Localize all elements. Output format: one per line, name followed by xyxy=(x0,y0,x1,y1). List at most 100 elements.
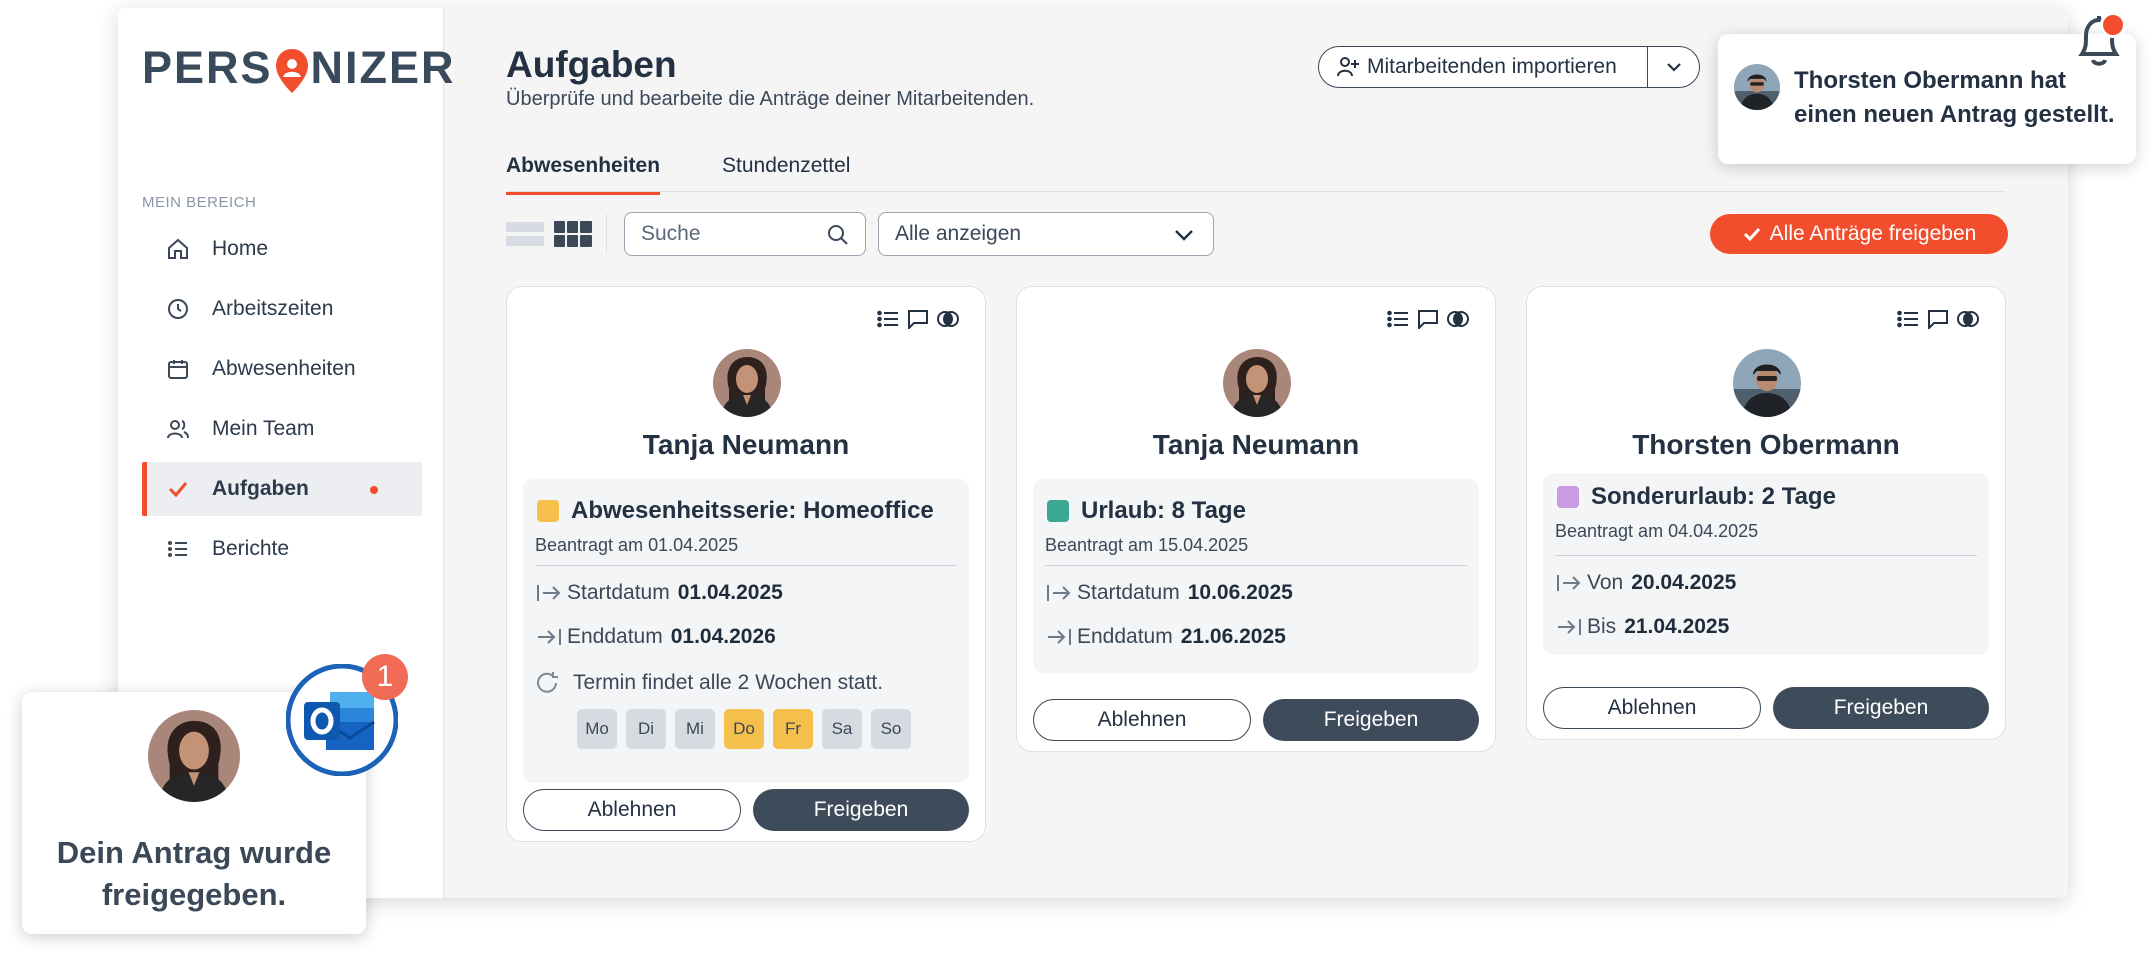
divider xyxy=(606,214,607,254)
details-list-icon[interactable] xyxy=(1897,309,1919,329)
request-title-text: Sonderurlaub: 2 Tage xyxy=(1591,483,1836,510)
request-title: Urlaub: 8 Tage xyxy=(1047,497,1246,525)
grid-view-icon[interactable] xyxy=(554,220,592,248)
approve-button[interactable]: Freigeben xyxy=(1263,699,1479,741)
import-employees-split-button: Mitarbeitenden importieren xyxy=(1318,46,1700,88)
weekday-mi: Mi xyxy=(675,709,715,749)
avatar-woman-image xyxy=(148,710,240,802)
card-buttons: Ablehnen Freigeben xyxy=(1543,687,1989,729)
request-title: Abwesenheitsserie: Homeoffice xyxy=(537,497,934,525)
weekday-sa: Sa xyxy=(822,709,862,749)
logo-text-right: NIZER xyxy=(310,42,456,93)
filter-value: Alle anzeigen xyxy=(895,222,1022,245)
card-buttons: Ablehnen Freigeben xyxy=(1033,699,1479,741)
avatar-woman-image xyxy=(713,349,781,417)
tab-stundenzettel[interactable]: Stundenzettel xyxy=(722,154,850,192)
request-card: Tanja Neumann Urlaub: 8 Tage Beantragt a… xyxy=(1016,286,1496,752)
weekday-selector: Mo Di Mi Do Fr Sa So xyxy=(577,709,911,749)
row-label: Startdatum xyxy=(567,581,670,604)
row-value: 20.04.2025 xyxy=(1631,571,1737,594)
approve-all-button[interactable]: Alle Anträge freigeben xyxy=(1710,214,2008,254)
list-view-icon[interactable] xyxy=(506,220,544,248)
approve-button[interactable]: Freigeben xyxy=(753,789,969,831)
row-value: 01.04.2025 xyxy=(677,581,783,604)
logo: PERS NIZER xyxy=(142,42,456,94)
overlap-icon[interactable] xyxy=(937,309,959,329)
sidebar-item-label: Arbeitszeiten xyxy=(212,297,334,320)
notification-dot xyxy=(370,486,378,494)
search-input[interactable]: Suche xyxy=(624,212,866,256)
page-title: Aufgaben xyxy=(506,44,677,85)
request-title: Sonderurlaub: 2 Tage xyxy=(1557,483,1836,511)
import-employees-label: Mitarbeitenden importieren xyxy=(1367,55,1617,78)
card-actions xyxy=(1897,309,1979,329)
team-icon xyxy=(167,420,189,439)
toolbar: Suche Alle anzeigen Alle Anträge freigeb… xyxy=(506,212,2008,258)
sidebar-item-label: Berichte xyxy=(212,537,290,560)
avatar-woman-image xyxy=(1223,349,1291,417)
avatar-man-cyclist-image xyxy=(1733,349,1801,417)
comment-icon[interactable] xyxy=(1927,309,1949,329)
end-arrow-icon xyxy=(1048,629,1071,645)
sidebar-nav: Home Arbeitszeiten Abwesenheiten Mein Te… xyxy=(142,222,422,582)
requested-date: Beantragt am 01.04.2025 xyxy=(535,535,739,555)
sidebar-item-label: Abwesenheiten xyxy=(212,357,356,380)
overlap-icon[interactable] xyxy=(1957,309,1979,329)
card-actions xyxy=(877,309,959,329)
reject-button[interactable]: Ablehnen xyxy=(523,789,741,831)
row-value: 01.04.2026 xyxy=(670,625,776,648)
details-list-icon[interactable] xyxy=(1387,309,1409,329)
employee-name: Tanja Neumann xyxy=(1152,429,1360,460)
avatar xyxy=(148,710,240,802)
sidebar-item-aufgaben[interactable]: Aufgaben xyxy=(142,462,422,516)
sidebar-item-label: Home xyxy=(212,237,269,260)
start-arrow-icon xyxy=(1047,585,1071,601)
reject-button[interactable]: Ablehnen xyxy=(1033,699,1251,741)
search-placeholder: Suche xyxy=(641,222,701,245)
reject-button[interactable]: Ablehnen xyxy=(1543,687,1761,729)
row-label: Enddatum xyxy=(1077,625,1173,648)
card-actions xyxy=(1387,309,1469,329)
page-subtitle: Überprüfe und bearbeite die Anträge dein… xyxy=(506,88,1035,110)
logo-text-left: PERS xyxy=(142,42,273,93)
request-type-color xyxy=(1557,486,1579,508)
add-user-icon xyxy=(1337,57,1359,77)
filter-select[interactable]: Alle anzeigen xyxy=(878,212,1214,256)
sidebar-item-home[interactable]: Home xyxy=(142,222,422,276)
sidebar-item-label: Mein Team xyxy=(212,417,315,440)
end-date-row: Enddatum 01.04.2026 xyxy=(535,625,776,649)
chevron-down-icon xyxy=(1175,230,1193,241)
row-label: Enddatum xyxy=(567,625,663,648)
row-value: 21.04.2025 xyxy=(1624,615,1730,638)
import-options-dropdown[interactable] xyxy=(1647,47,1699,87)
employee-name: Thorsten Obermann xyxy=(1632,429,1900,460)
comment-icon[interactable] xyxy=(1417,309,1439,329)
details-list-icon[interactable] xyxy=(877,309,899,329)
divider xyxy=(535,565,957,566)
request-details: Sonderurlaub: 2 Tage Beantragt am 04.04.… xyxy=(1543,473,1989,655)
comment-icon[interactable] xyxy=(907,309,929,329)
approve-button[interactable]: Freigeben xyxy=(1773,687,1989,729)
to-date-row: Bis 21.04.2025 xyxy=(1555,615,1729,639)
request-details: Urlaub: 8 Tage Beantragt am 15.04.2025 S… xyxy=(1033,479,1479,673)
avatar xyxy=(1733,349,1801,417)
row-value: 10.06.2025 xyxy=(1187,581,1293,604)
end-date-row: Enddatum 21.06.2025 xyxy=(1045,625,1286,649)
requested-date: Beantragt am 04.04.2025 xyxy=(1555,521,1759,541)
request-title-text: Abwesenheitsserie: Homeoffice xyxy=(571,497,934,524)
sidebar-item-arbeitszeiten[interactable]: Arbeitszeiten xyxy=(142,282,422,336)
weekday-di: Di xyxy=(626,709,666,749)
sidebar-item-abwesenheiten[interactable]: Abwesenheiten xyxy=(142,342,422,396)
request-card: Thorsten Obermann Sonderurlaub: 2 Tage B… xyxy=(1526,286,2006,740)
sidebar-item-label: Aufgaben xyxy=(212,477,309,500)
tab-abwesenheiten[interactable]: Abwesenheiten xyxy=(506,154,661,195)
overlap-icon[interactable] xyxy=(1447,309,1469,329)
sidebar-item-mein-team[interactable]: Mein Team xyxy=(142,402,422,456)
home-icon xyxy=(168,238,188,259)
sidebar-item-berichte[interactable]: Berichte xyxy=(142,522,422,576)
section-label: MEIN BEREICH xyxy=(142,194,257,211)
card-buttons: Ablehnen Freigeben xyxy=(523,789,969,831)
import-employees-button[interactable]: Mitarbeitenden importieren xyxy=(1319,47,1647,87)
list-icon xyxy=(168,541,187,557)
avatar-man-cyclist-image xyxy=(1734,64,1780,110)
